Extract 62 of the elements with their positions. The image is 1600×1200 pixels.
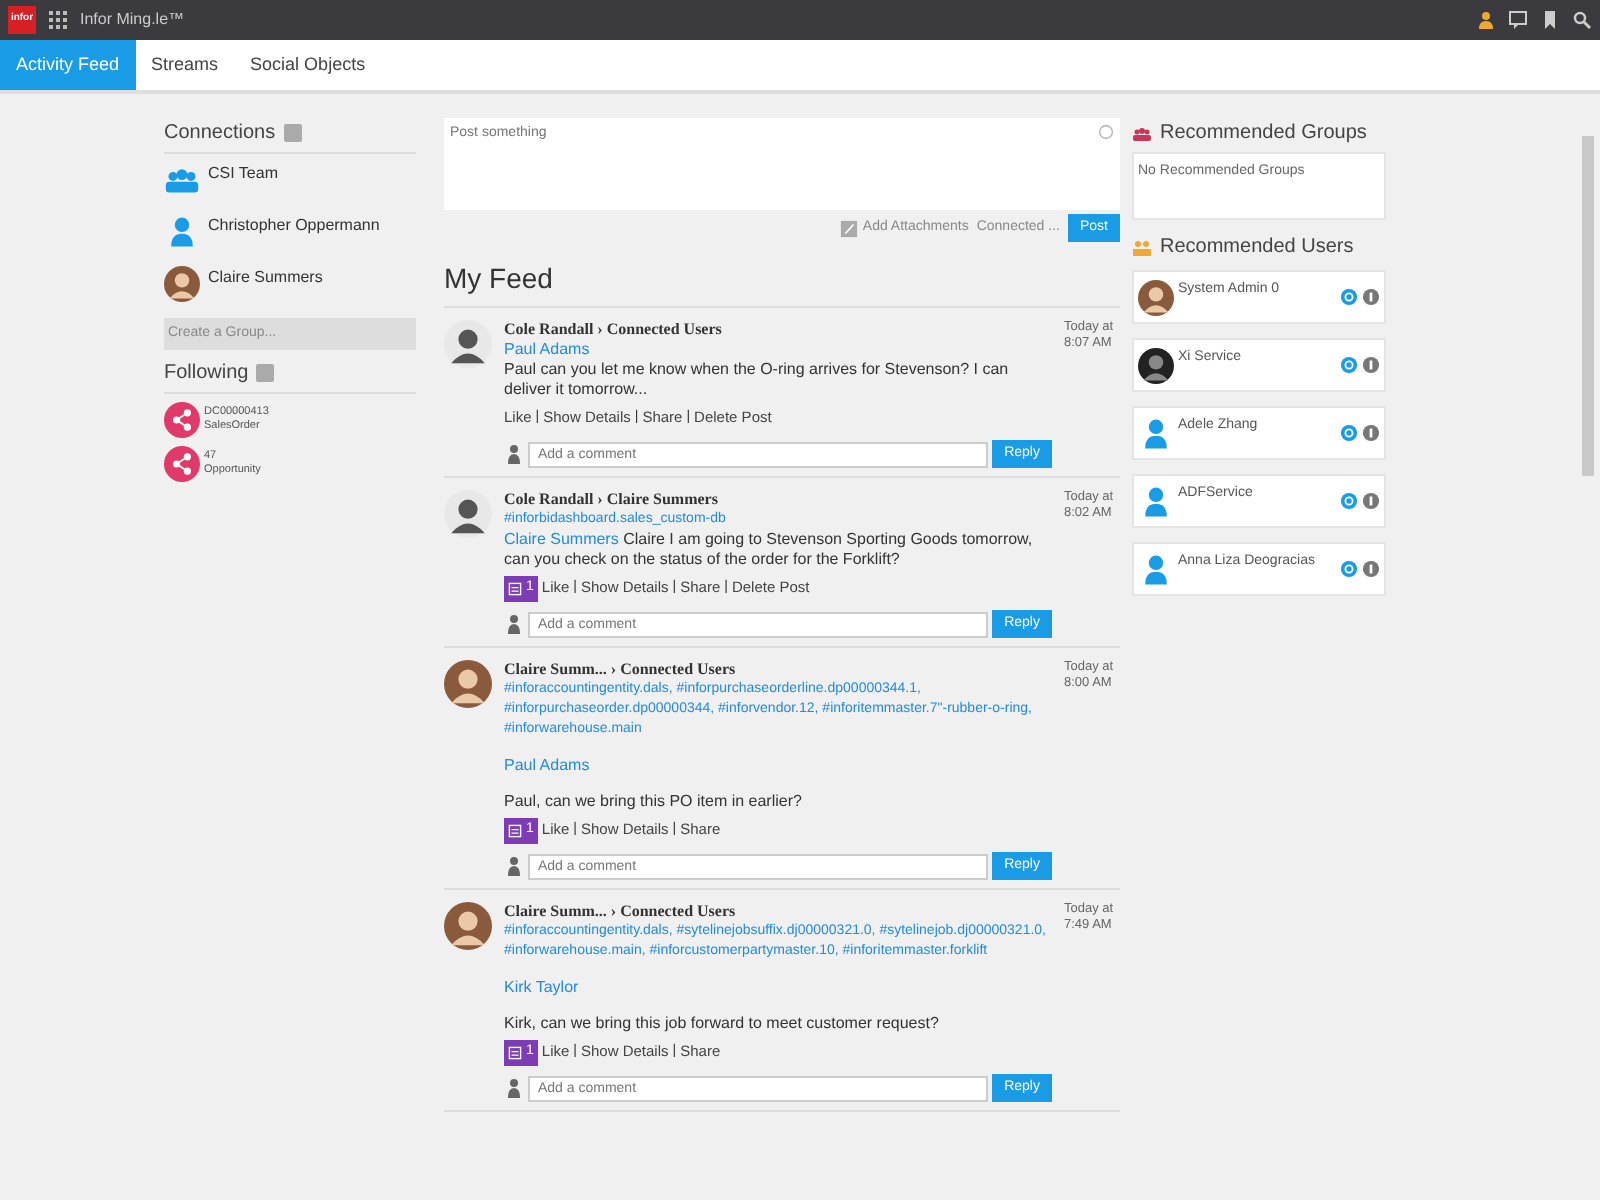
avatar — [164, 266, 200, 302]
thumb-icon — [504, 1078, 524, 1098]
post-message: Claire Summers Claire I am going to Stevenson Sporting Goods tomorrow, can you check on the status of the order for the Forklift? — [504, 530, 1035, 570]
post-target[interactable]: Connected Users — [606, 320, 722, 340]
arrow-icon: › — [610, 902, 617, 922]
avatar — [444, 320, 492, 368]
apps-icon[interactable] — [48, 10, 68, 30]
avatar — [1138, 347, 1174, 383]
avatar — [444, 490, 492, 538]
section-title: Recommended Groups — [1160, 120, 1367, 148]
section-title: Recommended Users — [1160, 234, 1354, 262]
section-title: Connections — [164, 120, 276, 148]
arrow-icon: › — [610, 660, 617, 680]
follow-icon[interactable] — [1340, 356, 1358, 374]
post-message: Kirk, can we bring this job forward to meet customer request? — [504, 1014, 941, 1034]
feed-title: My Feed — [444, 258, 1120, 308]
user-icon[interactable] — [1476, 10, 1496, 30]
chat-icon[interactable] — [1508, 10, 1528, 30]
bookmark-icon[interactable] — [1540, 10, 1560, 30]
thumb-icon — [504, 444, 524, 464]
share-icon[interactable] — [164, 446, 200, 482]
group-icon — [1132, 123, 1152, 143]
post-message: Paul, can we bring this PO item in earlier? — [504, 792, 804, 812]
connection-name[interactable]: Christopher Oppermann — [208, 214, 380, 258]
post-target[interactable]: Connected Users — [620, 660, 736, 680]
list-icon — [508, 1045, 522, 1059]
follow-icon[interactable] — [1340, 288, 1358, 306]
follow-icon[interactable] — [1340, 492, 1358, 510]
author-name[interactable]: Claire Summ... — [504, 660, 607, 680]
search-icon[interactable] — [1572, 10, 1592, 30]
tab[interactable]: Social Objects — [234, 40, 382, 90]
ignore-icon[interactable] — [1362, 288, 1380, 306]
thumb-icon — [504, 614, 524, 634]
author-name[interactable]: Cole Randall — [504, 320, 594, 340]
ignore-icon[interactable] — [1362, 492, 1380, 510]
share-icon[interactable] — [164, 402, 200, 438]
list-icon — [508, 823, 522, 837]
tab[interactable]: Streams — [135, 40, 235, 90]
pencil-icon — [840, 219, 859, 237]
app-title: Infor Ming.le™ — [80, 8, 185, 32]
post-target[interactable]: Claire Summers — [606, 490, 718, 510]
post-message: Paul can you let me know when the O-ring arrives for Stevenson? I can deliver it tomorrow... — [504, 360, 1011, 400]
ignore-icon[interactable] — [1362, 356, 1380, 374]
post-target[interactable]: Connected Users — [620, 902, 736, 922]
follow-icon[interactable] — [1340, 424, 1358, 442]
ignore-icon[interactable] — [1362, 560, 1380, 578]
ignore-icon[interactable] — [1362, 424, 1380, 442]
arrow-icon: › — [597, 320, 603, 340]
thumb-icon — [504, 856, 524, 876]
author-name[interactable]: Cole Randall — [504, 490, 594, 510]
connection-name[interactable]: Claire Summers — [208, 266, 323, 310]
section-title: Following — [164, 360, 249, 388]
scrollbar[interactable] — [1582, 136, 1594, 476]
connection-name[interactable]: CSI Team — [208, 162, 278, 206]
follow-icon[interactable] — [1340, 560, 1358, 578]
arrow-icon: › — [597, 490, 603, 510]
avatar — [1138, 279, 1174, 315]
avatar — [444, 660, 492, 708]
users-icon — [1132, 237, 1152, 257]
avatar — [444, 902, 492, 950]
list-icon — [508, 581, 522, 595]
author-name[interactable]: Claire Summ... — [504, 902, 607, 922]
